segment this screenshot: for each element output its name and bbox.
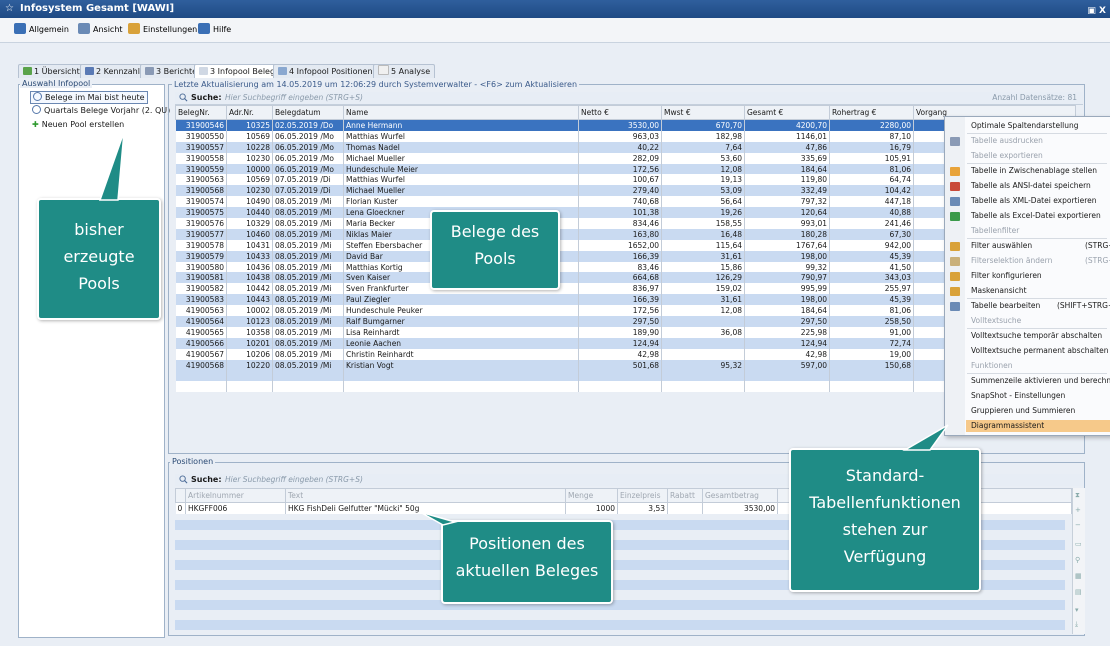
- pool-callout-pointer: [98, 131, 125, 201]
- standard-callout-pointer: [902, 424, 949, 451]
- positions-callout-pointer: [419, 511, 458, 526]
- callout-pointers: [98, 131, 949, 526]
